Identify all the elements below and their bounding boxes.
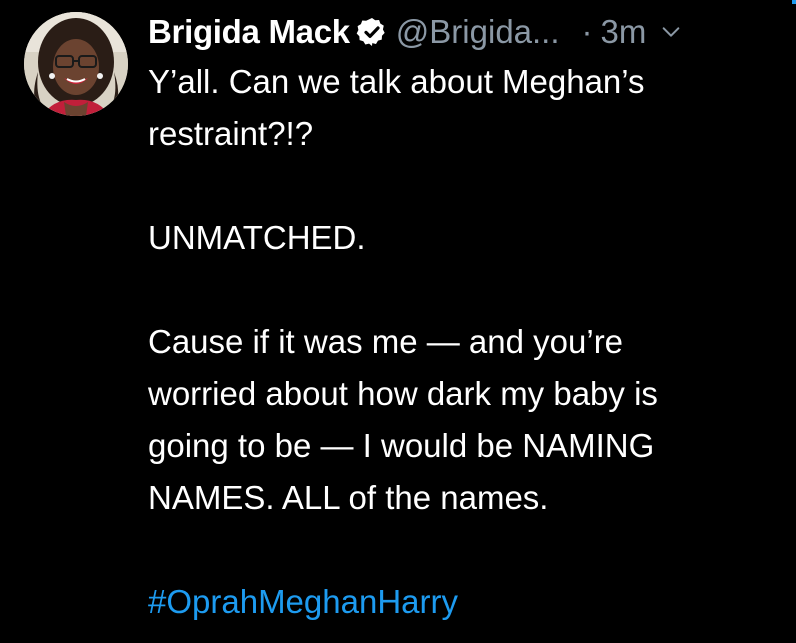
tweet-header: Brigida Mack @Brigida... · 3m xyxy=(148,10,778,54)
chevron-down-icon[interactable] xyxy=(660,21,682,43)
text-line: Cause if it was me — and you’re xyxy=(148,323,624,360)
tweet-content: Brigida Mack @Brigida... · 3m Y’all. Can… xyxy=(148,10,778,628)
text-line: UNMATCHED. xyxy=(148,219,366,256)
verified-badge-icon xyxy=(356,16,388,48)
text-line: worried about how dark my baby is xyxy=(148,375,658,412)
accent-mark xyxy=(792,0,796,4)
timestamp[interactable]: 3m xyxy=(601,13,647,51)
separator-dot: · xyxy=(581,13,593,50)
text-line: restraint?!? xyxy=(148,115,314,152)
author-handle[interactable]: @Brigida... xyxy=(396,13,560,51)
text-line: Y’all. Can we talk about Meghan’s xyxy=(148,63,645,100)
hashtag-link[interactable]: #OprahMeghanHarry xyxy=(148,583,458,620)
text-line: NAMES. ALL of the names. xyxy=(148,479,549,516)
author-name[interactable]: Brigida Mack xyxy=(148,13,350,51)
avatar[interactable] xyxy=(24,12,128,116)
tweet-text: Y’all. Can we talk about Meghan’s restra… xyxy=(148,56,778,628)
text-line: going to be — I would be NAMING xyxy=(148,427,655,464)
avatar-photo xyxy=(24,12,128,116)
tweet[interactable]: Brigida Mack @Brigida... · 3m Y’all. Can… xyxy=(0,0,796,643)
